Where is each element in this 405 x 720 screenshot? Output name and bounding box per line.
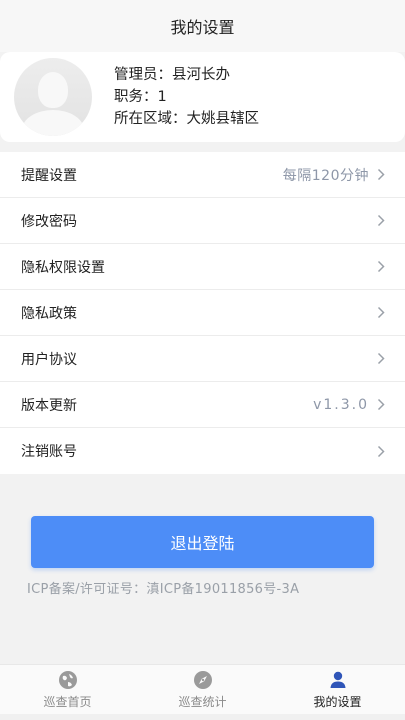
menu-item-version-update[interactable]: 版本更新 v1.3.0 — [0, 382, 405, 428]
menu-item-label: 版本更新 — [21, 397, 77, 414]
tab-patrol-home[interactable]: 巡查首页 — [0, 665, 135, 714]
chevron-right-icon — [377, 260, 385, 273]
tab-label: 我的设置 — [313, 694, 362, 709]
profile-position: 职务：1 — [114, 89, 167, 105]
tab-label: 巡查首页 — [43, 694, 92, 709]
menu-item-label: 提醒设置 — [21, 167, 77, 184]
page-header: 我的设置 — [0, 0, 405, 52]
profile-region: 所在区域：大姚县辖区 — [114, 111, 259, 127]
menu-item-user-agreement[interactable]: 用户协议 — [0, 336, 405, 382]
chevron-right-icon — [377, 214, 385, 227]
chevron-right-icon — [377, 398, 385, 411]
menu-item-value: v1.3.0 — [313, 396, 369, 413]
menu-item-privacy-permissions[interactable]: 隐私权限设置 — [0, 244, 405, 290]
page-title: 我的设置 — [170, 18, 235, 37]
profile-card: 管理员：县河长办 职务：1 所在区域：大姚县辖区 — [0, 52, 405, 142]
tab-my-settings[interactable]: 我的设置 — [270, 665, 405, 714]
chevron-right-icon — [377, 352, 385, 365]
bottom-tab-bar: 巡查首页 巡查统计 我的设置 — [0, 664, 405, 714]
menu-item-label: 修改密码 — [21, 213, 77, 230]
menu-item-label: 隐私政策 — [21, 305, 77, 322]
chevron-right-icon — [377, 445, 385, 458]
avatar — [14, 58, 92, 136]
bottom-safe-area — [0, 714, 405, 720]
globe-icon — [58, 670, 78, 690]
settings-menu: 提醒设置 每隔120分钟 修改密码 隐私权限设置 隐私政策 用户协议 版本更新 … — [0, 152, 405, 474]
icp-license: ICP备案/许可证号：滇ICP备19011856号-3A — [27, 582, 300, 597]
menu-item-label: 隐私权限设置 — [21, 259, 105, 276]
menu-item-value: 每隔120分钟 — [282, 167, 369, 184]
menu-item-label: 注销账号 — [21, 444, 77, 460]
profile-admin: 管理员：县河长办 — [114, 67, 230, 83]
menu-item-change-password[interactable]: 修改密码 — [0, 198, 405, 244]
menu-item-cancel-account[interactable]: 注销账号 — [0, 428, 405, 474]
compass-icon — [193, 670, 213, 690]
profile-info: 管理员：县河长办 职务：1 所在区域：大姚县辖区 — [114, 64, 259, 130]
tab-label: 巡查统计 — [178, 694, 227, 709]
tab-patrol-stats[interactable]: 巡查统计 — [135, 665, 270, 714]
logout-button[interactable]: 退出登陆 — [31, 516, 374, 568]
chevron-right-icon — [377, 168, 385, 181]
user-icon — [328, 670, 348, 690]
menu-item-reminder[interactable]: 提醒设置 每隔120分钟 — [0, 152, 405, 198]
menu-item-privacy-policy[interactable]: 隐私政策 — [0, 290, 405, 336]
chevron-right-icon — [377, 306, 385, 319]
menu-item-label: 用户协议 — [21, 351, 77, 368]
